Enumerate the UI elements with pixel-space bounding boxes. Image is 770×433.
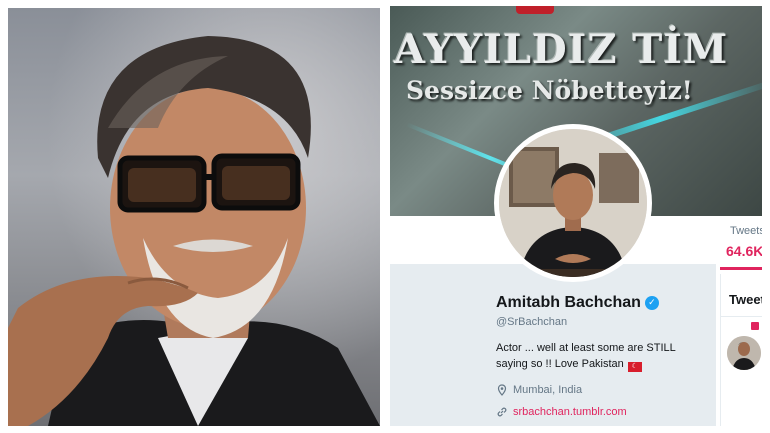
avatar-image — [499, 129, 647, 277]
banner-title: AYYILDIZ TİM — [394, 26, 729, 73]
tweets-stat-value: 64.6K — [726, 243, 762, 259]
location-pin-icon — [497, 384, 507, 396]
profile-handle[interactable]: @SrBachchan — [496, 316, 567, 328]
turkey-flag-icon: ☾ — [627, 362, 642, 372]
twitter-profile-screenshot: AYYILDIZ TİM Sessizce Nöbetteyiz! Tweets… — [390, 6, 762, 426]
profile-avatar[interactable] — [494, 124, 652, 282]
tweets-stat[interactable]: Tweets 64.6K — [720, 221, 762, 271]
amitabh-bachchan-photo — [8, 8, 380, 426]
verified-badge-icon: ✓ — [644, 296, 659, 310]
profile-name[interactable]: Amitabh Bachchan — [496, 294, 641, 312]
tweets-stat-label: Tweets — [730, 225, 762, 237]
profile-bio-text: Actor ... well at least some are STILL s… — [496, 342, 676, 370]
pinned-icon — [751, 322, 759, 330]
name-row: Amitabh Bachchan ✓ — [496, 294, 659, 312]
location-text: Mumbai, India — [513, 384, 583, 396]
website-link[interactable]: srbachchan.tumblr.com — [513, 406, 627, 418]
banner-emblem-icon — [516, 6, 554, 14]
divider — [721, 316, 762, 317]
banner-subtitle: Sessizce Nöbetteyiz! — [406, 76, 693, 105]
profile-website[interactable]: srbachchan.tumblr.com — [496, 406, 627, 418]
tweets-column: Tweets — [720, 274, 762, 426]
avatar-image — [727, 336, 761, 370]
tweet-avatar[interactable] — [727, 336, 761, 370]
profile-bio: Actor ... well at least some are STILL s… — [496, 340, 696, 372]
portrait-illustration — [8, 36, 380, 426]
tweets-heading: Tweets — [729, 292, 762, 307]
profile-location: Mumbai, India — [496, 384, 582, 396]
link-icon — [497, 407, 507, 417]
profile-card: Amitabh Bachchan ✓ @SrBachchan Actor ...… — [390, 264, 716, 426]
active-tab-underline — [720, 267, 762, 270]
